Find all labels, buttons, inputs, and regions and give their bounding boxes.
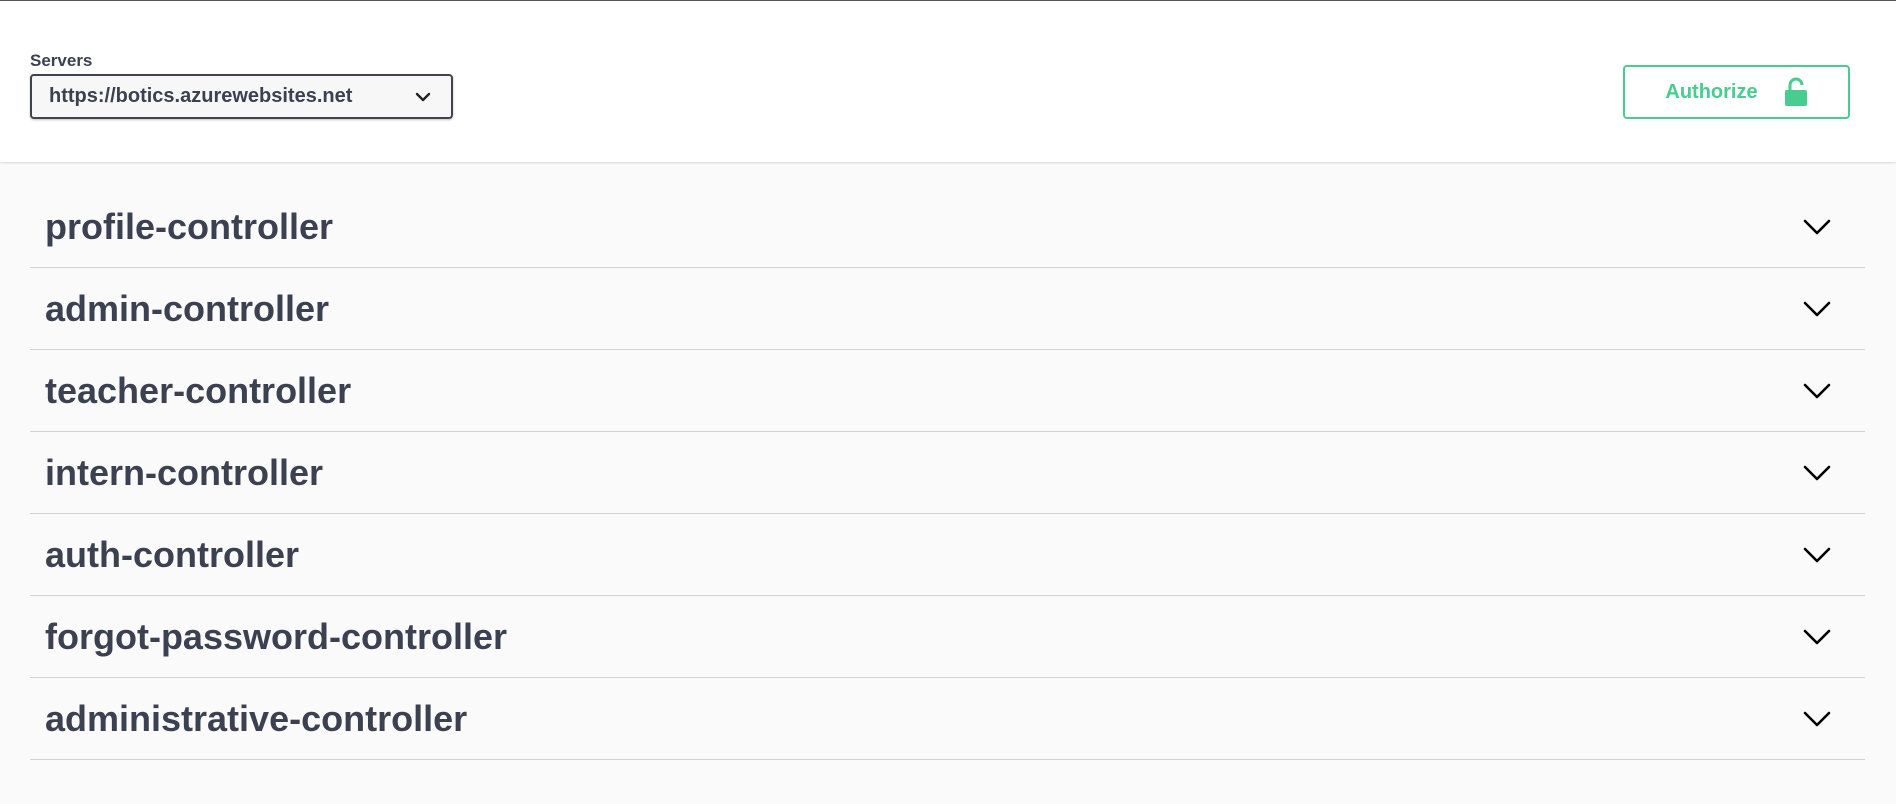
tag-auth-controller[interactable]: auth-controller	[30, 514, 1865, 596]
tag-title: auth-controller	[45, 533, 300, 575]
tag-title: admin-controller	[45, 287, 330, 329]
tag-title: intern-controller	[45, 451, 324, 493]
chevron-down-icon[interactable]	[1803, 546, 1831, 564]
tag-title: profile-controller	[45, 205, 334, 247]
chevron-down-icon	[415, 91, 431, 103]
tag-title: forgot-password-controller	[45, 615, 508, 657]
authorize-label: Authorize	[1665, 80, 1758, 103]
chevron-down-icon[interactable]	[1803, 218, 1831, 236]
tag-forgot-password-controller[interactable]: forgot-password-controller	[30, 596, 1865, 678]
selected-server-url: https://botics.azurewebsites.net	[49, 85, 353, 107]
tag-intern-controller[interactable]: intern-controller	[30, 432, 1865, 514]
tag-teacher-controller[interactable]: teacher-controller	[30, 350, 1865, 432]
servers-select[interactable]: https://botics.azurewebsites.net	[30, 74, 453, 119]
tag-title: administrative-controller	[45, 697, 468, 739]
chevron-down-icon[interactable]	[1803, 382, 1831, 400]
tag-title: teacher-controller	[45, 369, 352, 411]
chevron-down-icon[interactable]	[1803, 710, 1831, 728]
servers-label: Servers	[30, 51, 93, 70]
chevron-down-icon[interactable]	[1803, 464, 1831, 482]
tag-admin-controller[interactable]: admin-controller	[30, 268, 1865, 350]
servers-bar: Servers https://botics.azurewebsites.net…	[0, 0, 1896, 162]
chevron-down-icon[interactable]	[1803, 300, 1831, 318]
tag-profile-controller[interactable]: profile-controller	[30, 186, 1865, 268]
tag-list: profile-controller admin-controller teac…	[30, 186, 1865, 760]
tag-administrative-controller[interactable]: administrative-controller	[30, 678, 1865, 760]
chevron-down-icon[interactable]	[1803, 628, 1831, 646]
unlocked-padlock-icon	[1784, 77, 1808, 107]
authorize-button[interactable]: Authorize	[1623, 65, 1850, 119]
